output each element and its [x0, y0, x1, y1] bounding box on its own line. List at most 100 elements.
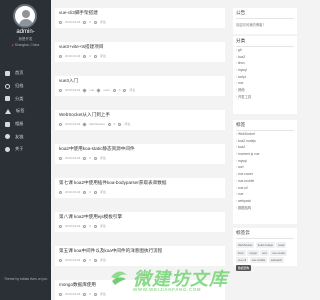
- post-title[interactable]: 第七课 koa2中使用插件koa-bodyparser获取表单数据: [59, 180, 221, 186]
- tag-item[interactable]: sort: [236, 164, 294, 171]
- tag-item[interactable]: webpack: [236, 198, 294, 205]
- post-comments[interactable]: 评论: [100, 258, 106, 262]
- clock-icon: [59, 190, 62, 194]
- tag-item[interactable]: moment.js vue: [236, 151, 294, 158]
- post-views: 0: [89, 54, 92, 58]
- nav-item-archive[interactable]: 归档: [0, 80, 51, 93]
- clock-icon: [59, 54, 62, 58]
- tag-item[interactable]: koa2: [236, 144, 294, 151]
- right-sidebar: 公告 欢迎访问我的博客！ 分类 git koa2 linux mysql scr…: [233, 0, 300, 300]
- category-item[interactable]: mysql: [236, 67, 294, 74]
- post-comments[interactable]: 评论: [100, 156, 106, 160]
- post-comments[interactable]: 评论: [100, 20, 106, 24]
- tag-item[interactable]: 数据结构: [236, 205, 294, 212]
- sidebar-nav: 首页 归档 分类 标签 相册 友链 关于: [0, 67, 51, 156]
- nav-item-tags[interactable]: 标签: [0, 105, 51, 118]
- post-comments[interactable]: 评论: [100, 292, 106, 296]
- nav-item-album[interactable]: 相册: [0, 118, 51, 131]
- tag-item[interactable]: vue-mobile: [236, 178, 294, 185]
- comment-icon: [94, 190, 98, 194]
- nav-item-category[interactable]: 分类: [0, 92, 51, 105]
- post-meta: 2019-03-03 0 评论: [59, 258, 221, 262]
- post-views: 0: [89, 190, 92, 194]
- post-title[interactable]: koa2中使用koa-static静态资源中间件: [59, 146, 221, 152]
- post-title[interactable]: 第八课 koa2中使用ejs模板引擎: [59, 214, 221, 220]
- post-date: 2019-03-03: [65, 224, 81, 228]
- category-item[interactable]: linux: [236, 60, 294, 67]
- archive-icon: [5, 83, 10, 89]
- post-card: 第七课 koa2中使用插件koa-bodyparser获取表单数据 2019-0…: [55, 178, 225, 198]
- post-comments[interactable]: 评论: [129, 88, 135, 92]
- watermark: 微建坊文库 WWW.WEIJIANFANG.COM: [109, 265, 300, 295]
- post-title[interactable]: vue3+vite+ts搭建项目: [59, 44, 221, 50]
- post-date: 2019-03-03: [65, 20, 81, 24]
- post-meta: 2019-03-03 WebSocket 0 评论: [59, 121, 221, 127]
- category-item[interactable]: git: [236, 47, 294, 54]
- post-meta: 2019-03-03 vue vue3 0 评论: [59, 87, 221, 93]
- post-title[interactable]: 第五课 koa中间件以及koa中间件的洋葱图执行流程: [59, 248, 221, 254]
- post-date: 2019-03-03: [65, 258, 81, 262]
- post-tag[interactable]: WebSocket: [89, 122, 104, 126]
- avatar[interactable]: [13, 4, 37, 28]
- tag-icon: [82, 121, 87, 127]
- cloud-tag[interactable]: vue-router: [270, 249, 287, 256]
- post-date: 2019-03-03: [65, 292, 81, 296]
- post-meta: 2019-03-03 0 评论: [59, 20, 221, 24]
- cloud-tag[interactable]: koa2 nodejs: [255, 242, 275, 248]
- categories-card: 分类 git koa2 linux mysql script vue 其他 开发…: [233, 36, 297, 114]
- cloud-tag[interactable]: WebSocket: [236, 242, 255, 248]
- category-item[interactable]: koa2: [236, 54, 294, 61]
- watermark-logo-icon: [111, 271, 127, 285]
- post-date: 2019-03-03: [65, 156, 81, 160]
- category-item[interactable]: 开发工具: [236, 94, 294, 101]
- tag-item[interactable]: vue-router: [236, 171, 294, 178]
- comment-icon: [94, 156, 98, 160]
- watermark-url: WWW.WEIJIANFANG.COM: [133, 287, 202, 292]
- post-card: 第八课 koa2中使用ejs模板引擎 2019-03-03 0 评论: [55, 212, 225, 232]
- post-title[interactable]: vue-cli3脚手架搭建: [59, 10, 221, 16]
- eye-icon: [83, 224, 87, 228]
- category-item[interactable]: 其他: [236, 87, 294, 94]
- post-views: 0: [89, 20, 92, 24]
- post-comments[interactable]: 评论: [100, 224, 106, 228]
- clock-icon: [59, 88, 62, 92]
- tag-item[interactable]: vue-cli: [236, 185, 294, 192]
- post-meta: 2019-03-03 0 评论: [59, 224, 221, 228]
- clock-icon: [59, 122, 62, 126]
- cloud-tag[interactable]: koa2: [276, 242, 287, 248]
- cloud-tag[interactable]: sort: [260, 249, 269, 256]
- cloud-tag[interactable]: linux: [236, 249, 246, 256]
- post-comments[interactable]: 评论: [124, 122, 130, 126]
- cloud-tag[interactable]: vue-cli: [236, 257, 249, 263]
- eye-icon: [112, 88, 116, 92]
- notice-title: 公告: [236, 10, 294, 19]
- post-card: WebSocket从入门到上手 2019-03-03 WebSocket 0 评…: [55, 110, 225, 130]
- post-card: vue3+vite+ts搭建项目 2019-03-03 0 评论: [55, 42, 225, 62]
- post-tag[interactable]: vue3: [103, 88, 110, 92]
- post-comments[interactable]: 评论: [100, 54, 106, 58]
- tag-item[interactable]: koa2 nodejs: [236, 138, 294, 145]
- post-title[interactable]: vue3入门: [59, 78, 221, 84]
- post-title[interactable]: WebSocket从入门到上手: [59, 112, 221, 118]
- tag-item[interactable]: WebSocket: [236, 131, 294, 138]
- tag-item[interactable]: vue: [236, 191, 294, 198]
- post-list: vue-cli3脚手架搭建 2019-03-03 0 评论 vue3+vite+…: [51, 0, 228, 300]
- cloud-tag[interactable]: webpack: [268, 257, 284, 263]
- post-meta: 2019-03-03 0 评论: [59, 190, 221, 194]
- category-item[interactable]: vue: [236, 80, 294, 87]
- tag-cloud-card: 标签云 WebSocket koa2 nodejs koa2 linux mys…: [233, 228, 297, 271]
- cloud-tag[interactable]: vue-mobile: [249, 257, 268, 263]
- nav-item-home[interactable]: 首页: [0, 67, 51, 80]
- folder-icon: [5, 96, 10, 102]
- cloud-tag[interactable]: mysql: [247, 249, 259, 256]
- nav-item-links[interactable]: 友链: [0, 130, 51, 143]
- post-comments[interactable]: 评论: [100, 190, 106, 194]
- tags-title: 标签: [236, 122, 294, 131]
- nav-label: 友链: [15, 133, 24, 139]
- post-tag[interactable]: vue: [89, 88, 94, 92]
- nav-label: 首页: [15, 70, 24, 76]
- avatar-body: [19, 19, 33, 26]
- category-item[interactable]: script: [236, 74, 294, 81]
- nav-item-about[interactable]: 关于: [0, 143, 51, 156]
- tag-item[interactable]: mysql: [236, 158, 294, 165]
